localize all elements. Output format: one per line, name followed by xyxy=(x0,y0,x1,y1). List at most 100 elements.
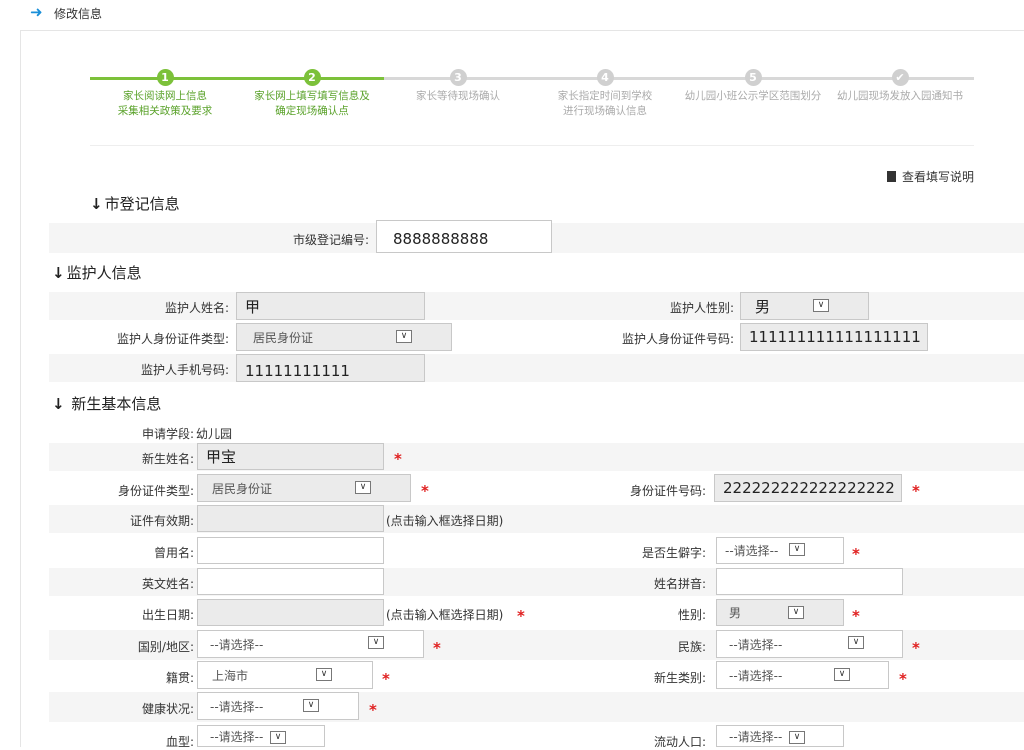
help-link-label: 查看填写说明 xyxy=(901,170,974,184)
step-4-label-2: 进行现场确认信息 xyxy=(563,105,647,117)
required-mark: * xyxy=(912,482,920,500)
step-5-label: 幼儿园小班公示学区范围划分 xyxy=(684,90,822,102)
step-1: 1 家长阅读网上信息 采集相关政策及要求 xyxy=(90,68,240,119)
required-mark: * xyxy=(852,607,860,625)
step-2-label-2: 确定现场确认点 xyxy=(275,105,349,117)
page-header: ➜ 修改信息 xyxy=(0,0,1024,30)
guardian-id-no-label: 监护人身份证件号码: xyxy=(621,332,734,346)
step-6: ✔ 幼儿园现场发放入园通知书 xyxy=(825,68,975,104)
step-4-dot: 4 xyxy=(596,69,614,86)
ethnic-label: 民族: xyxy=(677,640,706,654)
section-city: ↓ 市登记信息 xyxy=(90,193,180,214)
step-2-label: 家长网上填写填写信息及 xyxy=(254,90,370,102)
nation-label: 国别/地区: xyxy=(137,640,194,654)
gender-label: 性别: xyxy=(677,608,706,622)
gender-select[interactable]: 男 xyxy=(716,599,844,626)
step-6-label: 幼儿园现场发放入园通知书 xyxy=(837,90,963,102)
guardian-phone-label: 监护人手机号码: xyxy=(140,363,229,377)
arrow-down-icon: ↓ xyxy=(52,264,65,282)
step-1-dot: 1 xyxy=(156,69,174,86)
blood-label: 血型: xyxy=(165,735,194,749)
chevron-down-icon: ∨ xyxy=(396,330,412,343)
health-label: 健康状况: xyxy=(141,702,194,716)
student-row-name xyxy=(49,443,1024,471)
required-mark: * xyxy=(899,670,907,688)
chevron-down-icon: ∨ xyxy=(789,543,805,556)
pinyin-input[interactable] xyxy=(716,568,903,595)
stage-value: 幼儿园 xyxy=(196,427,233,441)
required-mark: * xyxy=(433,639,441,657)
section-guardian-title: 监护人信息 xyxy=(66,264,142,282)
required-mark: * xyxy=(421,482,429,500)
step-2-dot: 2 xyxy=(303,69,321,86)
reg-no-input[interactable]: 8888888888 xyxy=(376,220,552,253)
student-name-input[interactable]: 甲宝 xyxy=(197,443,384,470)
required-mark: * xyxy=(912,639,920,657)
guardian-id-type-select[interactable]: 居民身份证 xyxy=(236,323,452,351)
chevron-down-icon: ∨ xyxy=(316,668,332,681)
rare-char-label: 是否生僻字: xyxy=(641,546,706,560)
arrow-down-icon: ↓ xyxy=(52,395,65,413)
section-student-title: 新生基本信息 xyxy=(71,395,162,413)
step-4-label: 家长指定时间到学校 xyxy=(557,90,653,102)
arrow-right-icon: ➜ xyxy=(30,3,43,21)
guardian-phone-input[interactable]: 11111111111 xyxy=(236,354,425,382)
category-label: 新生类别: xyxy=(653,671,706,685)
reg-no-label: 市级登记编号: xyxy=(292,233,369,247)
stage-label: 申请学段: xyxy=(141,427,194,441)
birth-date-input[interactable] xyxy=(197,599,384,626)
chevron-down-icon: ∨ xyxy=(788,606,804,619)
step-3-label: 家长等待现场确认 xyxy=(416,90,500,102)
pinyin-label: 姓名拼音: xyxy=(653,577,706,591)
floating-select[interactable]: --请选择-- xyxy=(716,725,844,747)
chevron-down-icon: ∨ xyxy=(834,668,850,681)
chevron-down-icon: ∨ xyxy=(270,731,286,744)
guardian-gender-select[interactable]: 男 xyxy=(740,292,869,320)
former-name-input[interactable] xyxy=(197,537,384,564)
id-no-input[interactable]: 222222222222222222 xyxy=(714,474,902,502)
required-mark: * xyxy=(382,670,390,688)
birth-label: 出生日期: xyxy=(141,608,194,622)
nation-select[interactable]: --请选择-- xyxy=(197,630,424,658)
former-name-label: 曾用名: xyxy=(153,546,194,560)
validity-input[interactable] xyxy=(197,505,384,532)
id-type-label: 身份证件类型: xyxy=(117,484,194,498)
english-name-input[interactable] xyxy=(197,568,384,595)
step-1-label-2: 采集相关政策及要求 xyxy=(117,105,213,117)
guardian-name-input[interactable]: 甲 xyxy=(236,292,425,320)
rare-char-select[interactable]: --请选择-- xyxy=(716,537,844,564)
stepper-divider xyxy=(90,145,974,146)
document-icon xyxy=(886,171,896,182)
help-link[interactable]: 查看填写说明 xyxy=(886,168,974,185)
arrow-down-icon: ↓ xyxy=(90,195,103,213)
step-4: 4 家长指定时间到学校 进行现场确认信息 xyxy=(530,68,680,119)
student-name-label: 新生姓名: xyxy=(141,452,194,466)
progress-stepper: 1 家长阅读网上信息 采集相关政策及要求 2 家长网上填写填写信息及 确定现场确认点… xyxy=(90,68,974,128)
blood-select[interactable]: --请选择-- xyxy=(197,725,325,747)
english-name-label: 英文姓名: xyxy=(141,577,194,591)
step-5: 5 幼儿园小班公示学区范围划分 xyxy=(673,68,833,104)
category-select[interactable]: --请选择-- xyxy=(716,661,889,689)
guardian-id-type-label: 监护人身份证件类型: xyxy=(116,332,229,346)
section-guardian: ↓ 监护人信息 xyxy=(52,262,142,283)
guardian-name-label: 监护人姓名: xyxy=(164,301,229,315)
section-student: ↓ 新生基本信息 xyxy=(52,393,161,414)
section-city-title: 市登记信息 xyxy=(104,195,180,213)
chevron-down-icon: ∨ xyxy=(789,731,805,744)
step-3-dot: 3 xyxy=(449,69,467,86)
validity-date-hint: (点击输入框选择日期) xyxy=(386,514,504,528)
step-5-dot: 5 xyxy=(744,69,762,86)
ethnic-select[interactable]: --请选择-- xyxy=(716,630,903,658)
guardian-id-no-input[interactable]: 111111111111111111 xyxy=(740,323,928,351)
chevron-down-icon: ∨ xyxy=(813,299,829,312)
step-2: 2 家长网上填写填写信息及 确定现场确认点 xyxy=(237,68,387,119)
id-type-select[interactable]: 居民身份证 xyxy=(197,474,411,502)
student-row-health xyxy=(49,692,1024,722)
native-select[interactable]: 上海市 xyxy=(197,661,373,689)
chevron-down-icon: ∨ xyxy=(368,636,384,649)
chevron-down-icon: ∨ xyxy=(355,481,371,494)
step-6-check-icon: ✔ xyxy=(891,69,909,86)
health-select[interactable]: --请选择-- xyxy=(197,692,359,720)
required-mark: * xyxy=(394,450,402,468)
floating-label: 流动人口: xyxy=(653,735,706,749)
